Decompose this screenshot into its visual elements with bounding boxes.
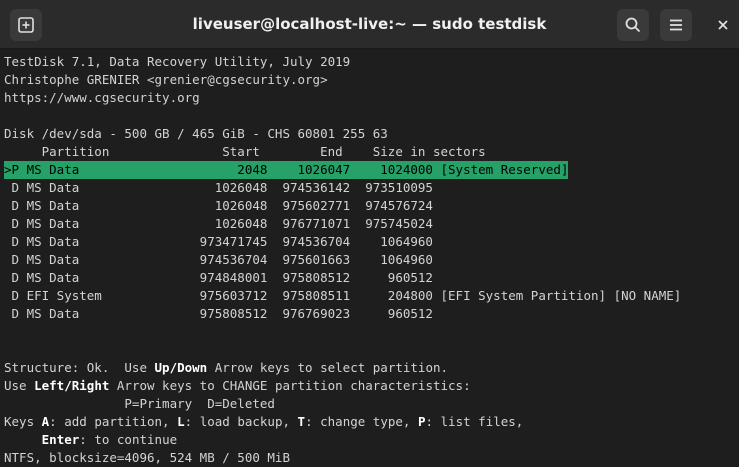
key-up-down: Up/Down <box>154 360 208 375</box>
filesystem-info-line: NTFS, blocksize=4096, 524 MB / 500 MiB <box>4 450 290 465</box>
close-icon <box>718 20 728 30</box>
keys-line: Keys A: add partition, L: load backup, T… <box>4 413 523 431</box>
enter-line: Enter: to continue <box>4 431 177 449</box>
close-button[interactable] <box>708 9 738 41</box>
key-l: L <box>177 414 185 429</box>
key-t: T <box>297 414 306 429</box>
terminal-window: liveuser@localhost-live:~ — sudo testdis… <box>0 0 739 465</box>
header-line: https://www.cgsecurity.org <box>4 90 200 105</box>
status-text: Structure: Ok. Use <box>4 360 155 375</box>
keys-text: : change type, <box>305 414 418 429</box>
keys-text: : add partition, <box>49 414 178 429</box>
partition-row[interactable]: D MS Data 974536704 975601663 1064960 <box>4 251 433 269</box>
search-button[interactable] <box>617 9 649 41</box>
keys-text: Keys <box>4 414 42 429</box>
partition-row[interactable]: D MS Data 1026048 976771071 975745024 <box>4 215 433 233</box>
search-icon <box>625 17 641 33</box>
enter-text: : to continue <box>79 432 178 447</box>
header-line: Christophe GRENIER <grenier@cgsecurity.o… <box>4 72 328 87</box>
partition-row-selected[interactable]: >P MS Data 2048 1026047 1024000 [System … <box>4 161 569 179</box>
hint-text: Arrow keys to CHANGE partition character… <box>109 378 471 393</box>
title-bar: liveuser@localhost-live:~ — sudo testdis… <box>0 0 739 49</box>
disk-info-line: Disk /dev/sda - 500 GB / 465 GiB - CHS 6… <box>4 126 388 141</box>
enter-text <box>4 432 42 447</box>
partition-row[interactable]: D MS Data 974848001 975808512 960512 <box>4 269 433 287</box>
partition-row[interactable]: D EFI System 975603712 975808511 204800 … <box>4 287 682 305</box>
partition-row[interactable]: D MS Data 1026048 975602771 974576724 <box>4 197 433 215</box>
terminal-output: TestDisk 7.1, Data Recovery Utility, Jul… <box>0 49 739 465</box>
partition-row[interactable]: D MS Data 975808512 976769023 960512 <box>4 305 433 323</box>
change-hint-line: Use Left/Right Arrow keys to CHANGE part… <box>4 377 471 395</box>
menu-button[interactable] <box>660 9 692 41</box>
header-line: TestDisk 7.1, Data Recovery Utility, Jul… <box>4 54 351 69</box>
hint-text: Use <box>4 378 35 393</box>
key-enter: Enter <box>41 432 80 447</box>
keys-text: : list files, <box>425 414 524 429</box>
hamburger-menu-icon <box>670 19 682 31</box>
key-left-right: Left/Right <box>34 378 110 393</box>
keys-text: : load backup, <box>184 414 298 429</box>
structure-status-line: Structure: Ok. Use Up/Down Arrow keys to… <box>4 359 448 377</box>
partition-row[interactable]: D MS Data 973471745 974536704 1064960 <box>4 233 433 251</box>
status-text: Arrow keys to select partition. <box>207 360 449 375</box>
partition-columns-header: Partition Start End Size in sectors <box>4 144 486 159</box>
partition-row[interactable]: D MS Data 1026048 974536142 973510095 <box>4 179 433 197</box>
legend-line: P=Primary D=Deleted <box>4 396 275 411</box>
